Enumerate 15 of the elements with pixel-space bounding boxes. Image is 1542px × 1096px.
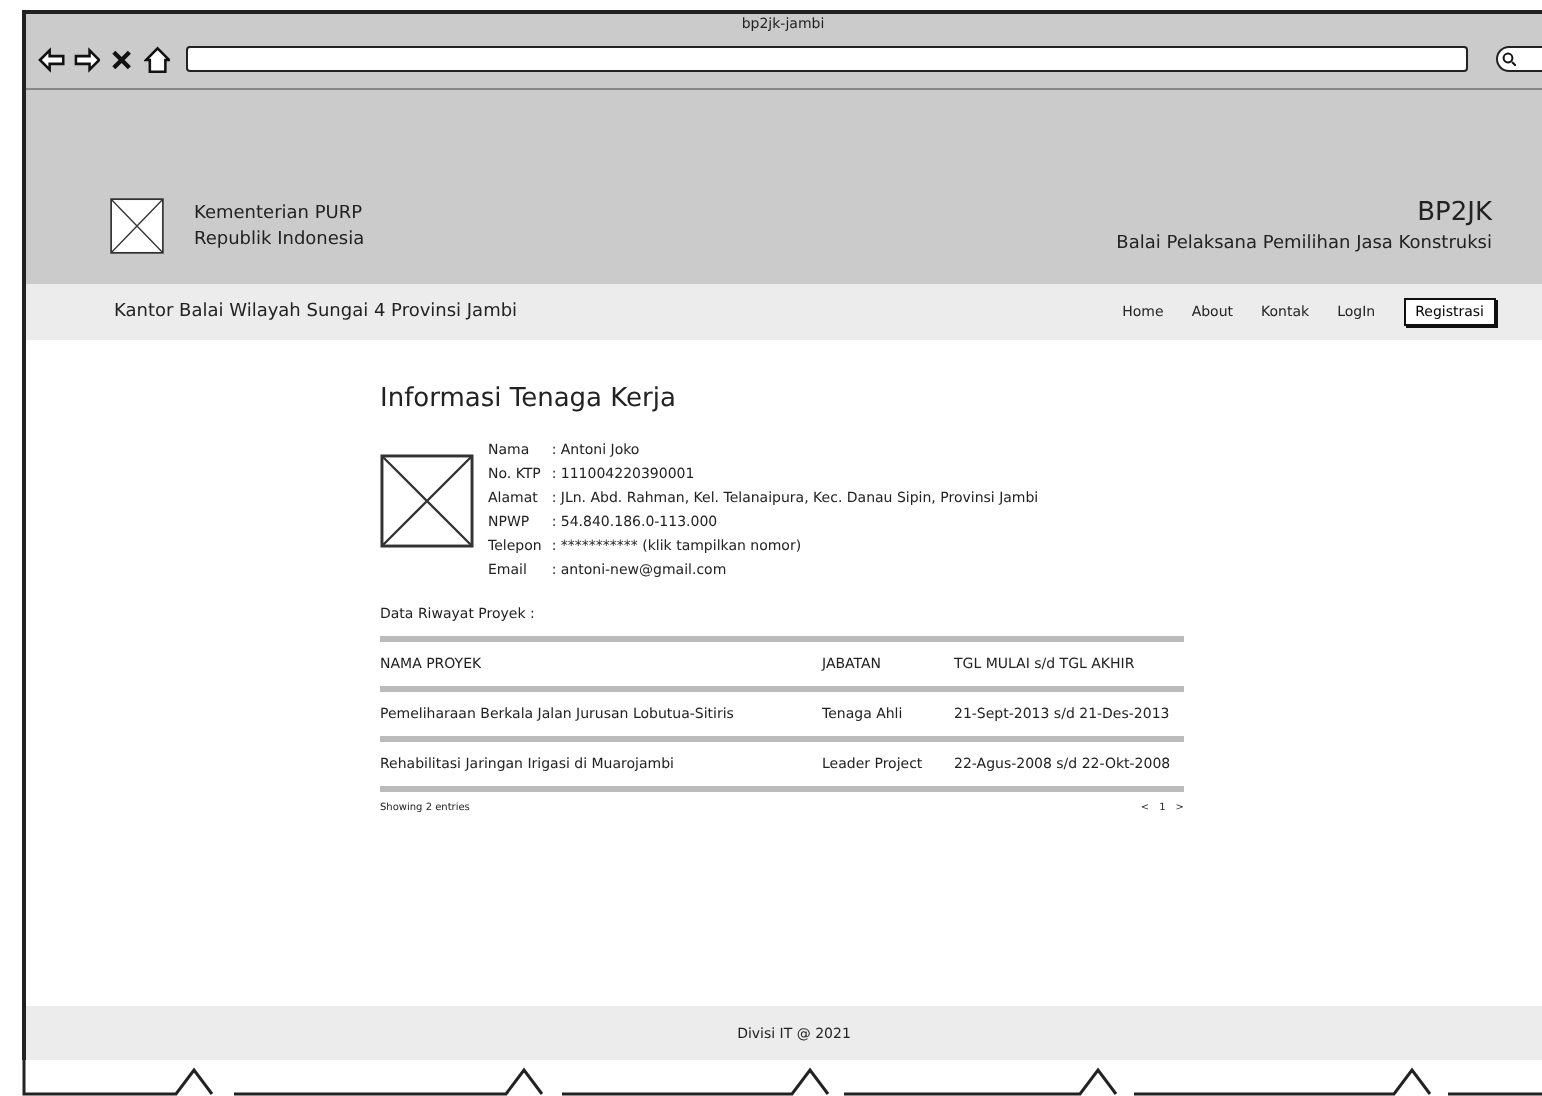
photo-placeholder xyxy=(380,454,474,548)
office-title: Kantor Balai Wilayah Sungai 4 Provinsi Jambi xyxy=(114,302,518,322)
search-icon xyxy=(1501,52,1516,66)
forward-icon[interactable] xyxy=(73,45,101,73)
brand-subtitle: Balai Pelaksana Pemilihan Jasa Konstruksi xyxy=(1116,234,1492,254)
search-field[interactable] xyxy=(1495,46,1542,72)
logo-placeholder xyxy=(110,198,164,254)
back-icon[interactable] xyxy=(38,45,66,73)
org-country: Republik Indonesia xyxy=(194,229,365,249)
home-icon[interactable] xyxy=(143,45,171,73)
address-field[interactable] xyxy=(186,46,1468,72)
page-title: Informasi Tenaga Kerja xyxy=(380,384,678,414)
org-name: Kementerian PURP xyxy=(194,203,365,223)
close-icon[interactable] xyxy=(108,45,136,73)
brand-title: BP2JK xyxy=(1417,198,1492,228)
